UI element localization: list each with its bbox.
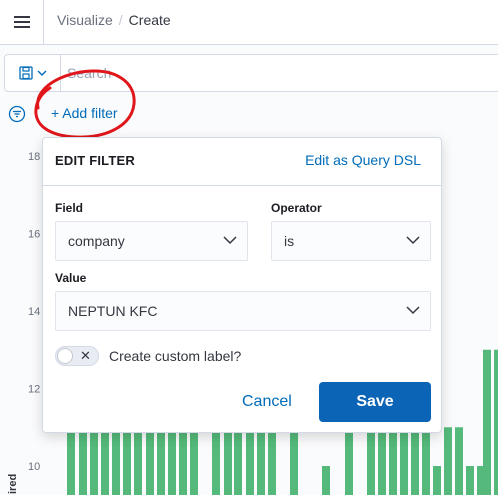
menu-button[interactable] <box>0 0 44 44</box>
cancel-button[interactable]: Cancel <box>242 393 292 411</box>
chart-bar[interactable] <box>224 427 232 495</box>
breadcrumb-separator: / <box>118 12 123 28</box>
chart-bar[interactable] <box>168 427 176 495</box>
chart-bar[interactable] <box>268 427 276 495</box>
breadcrumb-create: Create <box>128 12 171 28</box>
chart-bar[interactable] <box>367 427 375 495</box>
chart-bar[interactable] <box>389 427 397 495</box>
chart-bar[interactable] <box>246 427 254 495</box>
chart-bar[interactable] <box>190 427 198 495</box>
custom-label-row: ✕ Create custom label? <box>55 346 241 366</box>
chart-bar[interactable] <box>257 427 265 495</box>
save-button[interactable]: Save <box>319 382 431 422</box>
custom-label-toggle[interactable]: ✕ <box>55 346 99 366</box>
y-tick-label: 14 <box>28 306 40 318</box>
chevron-down-icon <box>406 236 420 245</box>
y-tick-label: 18 <box>28 151 40 163</box>
chart-bar[interactable] <box>290 427 298 495</box>
operator-select[interactable]: is <box>271 221 431 261</box>
chart-bar[interactable] <box>411 427 419 495</box>
breadcrumb-visualize[interactable]: Visualize <box>57 12 113 28</box>
chart-bar[interactable] <box>146 427 154 495</box>
chart-bar[interactable] <box>157 427 165 495</box>
chart-bar[interactable] <box>455 427 463 495</box>
search-placeholder: Search <box>67 65 112 81</box>
breadcrumb: Visualize / Create <box>57 12 171 28</box>
chevron-down-icon <box>37 70 46 76</box>
chart-bar[interactable] <box>67 427 75 495</box>
save-icon <box>18 66 33 80</box>
value-label: Value <box>55 271 87 285</box>
custom-label-text: Create custom label? <box>109 348 242 364</box>
saved-query-button[interactable] <box>5 55 61 91</box>
popover-title: EDIT FILTER <box>55 153 135 168</box>
y-axis-label: ired <box>7 474 19 494</box>
filter-options-icon[interactable] <box>8 105 26 123</box>
top-header: Visualize / Create <box>0 0 498 45</box>
field-select-value: company <box>68 233 125 249</box>
chart-bar[interactable] <box>378 427 386 495</box>
chevron-down-icon <box>223 236 237 245</box>
add-filter-button[interactable]: + Add filter <box>51 105 118 121</box>
y-tick-label: 16 <box>28 229 40 241</box>
y-tick-label: 10 <box>28 461 40 473</box>
chart-bar[interactable] <box>444 427 452 495</box>
chart-bar[interactable] <box>433 466 441 495</box>
edit-as-query-dsl-link[interactable]: Edit as Query DSL <box>305 152 421 168</box>
chart-bar[interactable] <box>494 349 498 495</box>
chevron-down-icon <box>406 306 420 315</box>
chart-bar[interactable] <box>101 427 109 495</box>
edit-filter-popover: EDIT FILTER Edit as Query DSL Field comp… <box>42 137 442 433</box>
hamburger-icon <box>13 16 30 28</box>
chart-bar[interactable] <box>345 427 353 495</box>
divider <box>43 185 441 186</box>
search-input[interactable]: Search <box>4 54 498 92</box>
query-bar: Search <box>0 46 498 96</box>
y-tick-label: 12 <box>28 384 40 396</box>
chart-bar[interactable] <box>134 427 142 495</box>
field-select[interactable]: company <box>55 221 248 261</box>
chart-bar[interactable] <box>123 427 131 495</box>
chart-bar[interactable] <box>234 427 242 495</box>
cross-icon: ✕ <box>80 348 91 363</box>
chart-bar[interactable] <box>483 349 491 495</box>
chart-bar[interactable] <box>322 466 330 495</box>
filter-bar: + Add filter <box>0 96 498 132</box>
operator-select-value: is <box>284 233 295 249</box>
chart-bar[interactable] <box>422 427 430 495</box>
chart-bar[interactable] <box>112 427 120 495</box>
value-select[interactable]: NEPTUN KFC <box>55 291 431 331</box>
value-select-value: NEPTUN KFC <box>68 303 158 319</box>
field-label: Field <box>55 201 84 215</box>
operator-label: Operator <box>271 201 322 215</box>
chart-bar[interactable] <box>212 427 220 495</box>
toggle-knob <box>57 348 73 364</box>
chart-bar[interactable] <box>179 427 187 495</box>
chart-bar[interactable] <box>466 466 474 495</box>
chart-bar[interactable] <box>400 427 408 495</box>
chart-bar[interactable] <box>90 427 98 495</box>
chart-bar[interactable] <box>79 427 87 495</box>
